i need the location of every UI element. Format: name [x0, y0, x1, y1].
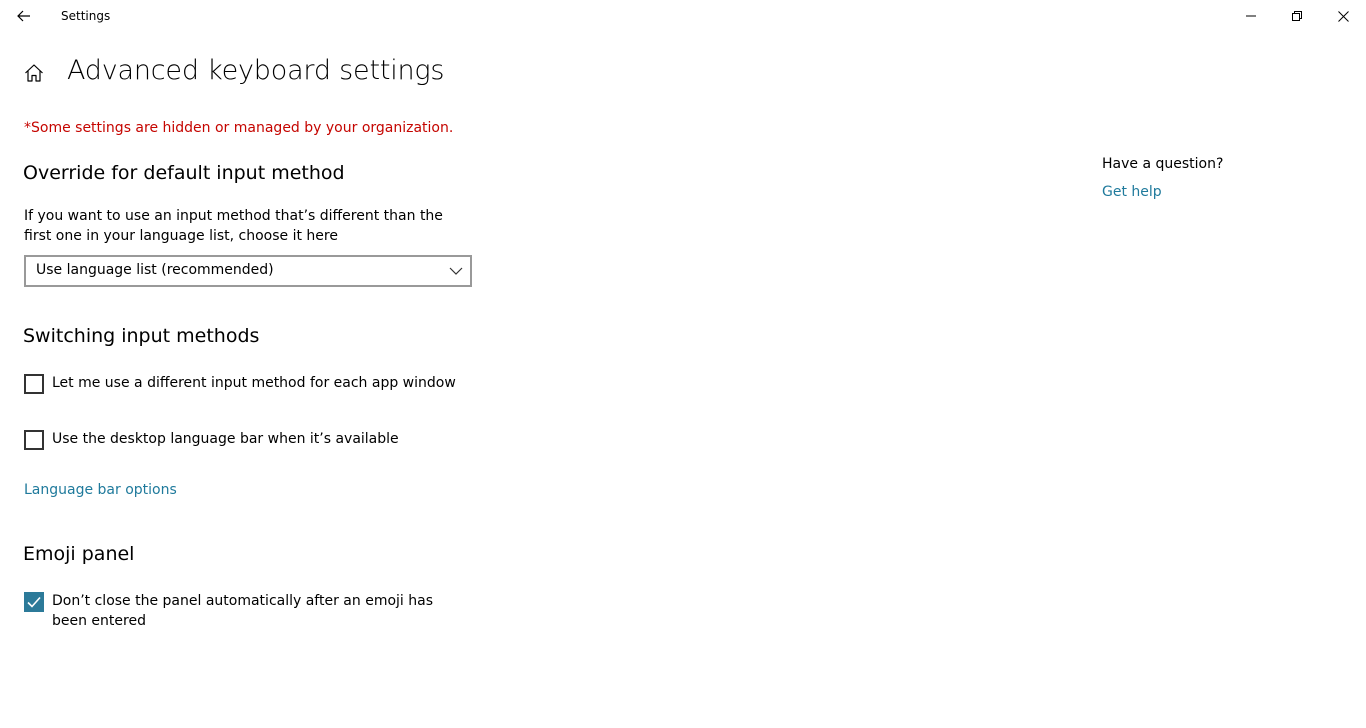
minimize-button[interactable] — [1228, 0, 1274, 32]
checkbox-label: Use the desktop language bar when it’s a… — [52, 431, 399, 447]
dropdown-selected-value: Use language list (recommended) — [36, 262, 274, 278]
title-bar: Settings — [0, 0, 1366, 32]
minimize-icon — [1246, 15, 1256, 17]
checkbox-label: Don’t close the panel automatically afte… — [52, 593, 433, 629]
close-button[interactable] — [1320, 0, 1366, 32]
emoji-section-heading: Emoji panel — [23, 543, 135, 565]
checkbox-label: Let me use a different input method for … — [52, 375, 456, 391]
get-help-link[interactable]: Get help — [1102, 184, 1162, 200]
have-a-question-text: Have a question? — [1102, 156, 1224, 172]
back-button[interactable] — [8, 1, 40, 31]
close-icon — [1337, 10, 1349, 22]
checkmark-icon — [27, 596, 41, 608]
restore-icon — [1292, 11, 1302, 21]
window-title: Settings — [61, 9, 111, 23]
restore-button[interactable] — [1274, 0, 1320, 32]
emoji-panel-checkbox[interactable] — [24, 592, 44, 612]
page-title: Advanced keyboard settings — [67, 55, 445, 86]
managed-by-organization-note: *Some settings are hidden or managed by … — [24, 120, 454, 136]
chevron-down-icon — [449, 265, 463, 277]
switching-section-heading: Switching input methods — [23, 325, 260, 347]
override-section-heading: Override for default input method — [23, 162, 345, 184]
emoji-panel-option: Don’t close the panel automatically afte… — [24, 592, 452, 631]
default-input-method-dropdown[interactable]: Use language list (recommended) — [24, 255, 472, 287]
desktop-language-bar-option: Use the desktop language bar when it’s a… — [24, 430, 399, 450]
desktop-language-bar-checkbox[interactable] — [24, 430, 44, 450]
per-app-input-method-option: Let me use a different input method for … — [24, 374, 456, 394]
language-bar-options-link[interactable]: Language bar options — [24, 482, 177, 498]
home-icon — [25, 64, 43, 82]
override-description: If you want to use an input method that’… — [24, 208, 443, 244]
per-app-input-method-checkbox[interactable] — [24, 374, 44, 394]
home-button[interactable] — [22, 60, 46, 86]
back-arrow-icon — [17, 10, 30, 22]
